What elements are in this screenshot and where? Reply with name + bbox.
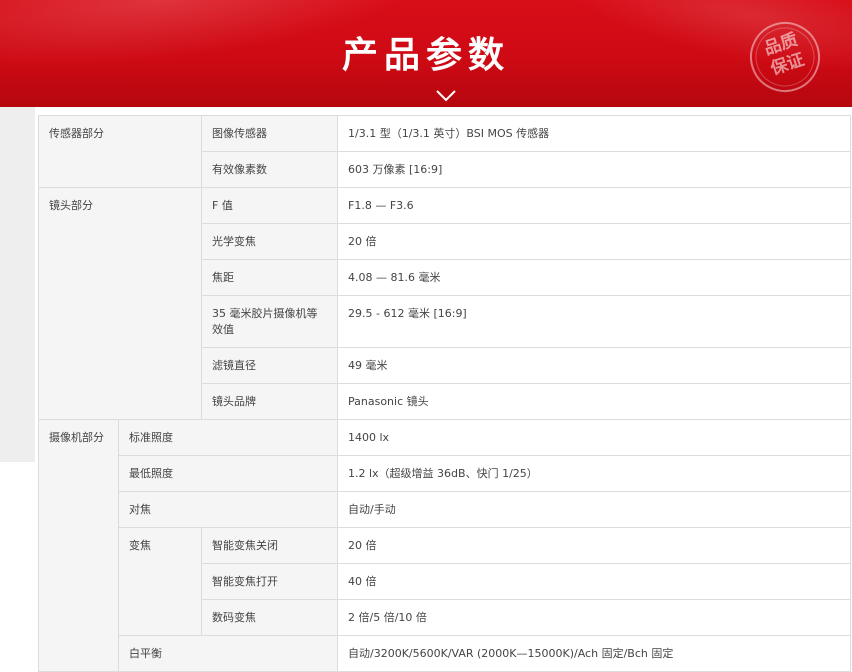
spec-label: 镜头品牌	[201, 383, 338, 420]
spec-label: 最低照度	[118, 455, 338, 492]
table-row: 摄像机部分 标准照度 1400 lx	[38, 419, 851, 672]
spec-label: 智能变焦打开	[201, 563, 338, 600]
spec-label: 对焦	[118, 491, 338, 528]
page-title: 产品参数	[341, 35, 510, 76]
subsection-label-zoom: 变焦	[118, 527, 202, 636]
left-panel	[0, 107, 35, 462]
chevron-down-icon	[436, 90, 456, 102]
spec-value: 自动/3200K/5600K/VAR (2000K—15000K)/Ach 固定…	[337, 635, 851, 672]
spec-value: F1.8 — F3.6	[337, 187, 851, 224]
spec-label: 白平衡	[118, 635, 338, 672]
table-row: 变焦 智能变焦关闭 20 倍	[39, 527, 851, 636]
spec-label: F 值	[201, 187, 338, 224]
table-row: 对焦 自动/手动	[39, 491, 851, 528]
spec-value: 603 万像素 [16:9]	[337, 151, 851, 188]
spec-value: 20 倍	[337, 527, 851, 564]
header-banner: 产品参数 品质 保证	[0, 0, 852, 107]
spec-label: 标准照度	[118, 419, 338, 456]
spec-label: 焦距	[201, 259, 338, 296]
spec-value: 1/3.1 型（1/3.1 英寸）BSI MOS 传感器	[337, 115, 851, 152]
spec-value: 20 倍	[337, 223, 851, 260]
section-label-lens: 镜头部分	[38, 187, 202, 420]
spec-label: 有效像素数	[201, 151, 338, 188]
section-label-sensor: 传感器部分	[38, 115, 202, 188]
spec-label: 智能变焦关闭	[201, 527, 338, 564]
spec-label: 光学变焦	[201, 223, 338, 260]
spec-value: Panasonic 镜头	[337, 383, 851, 420]
spec-label: 数码变焦	[201, 599, 338, 636]
spec-label: 35 毫米胶片摄像机等效值	[201, 295, 338, 348]
spec-value: 29.5 - 612 毫米 [16:9]	[337, 295, 851, 348]
spec-value: 2 倍/5 倍/10 倍	[337, 599, 851, 636]
spec-value: 1400 lx	[337, 419, 851, 456]
spec-label: 图像传感器	[201, 115, 338, 152]
spec-value: 49 毫米	[337, 347, 851, 384]
table-row: 最低照度 1.2 lx（超级增益 36dB、快门 1/25）	[39, 455, 851, 492]
spec-value: 4.08 — 81.6 毫米	[337, 259, 851, 296]
spec-value: 自动/手动	[337, 491, 851, 528]
table-row: 镜头部分 F 值 F1.8 — F3.6	[38, 187, 851, 420]
spec-value: 1.2 lx（超级增益 36dB、快门 1/25）	[337, 455, 851, 492]
table-row: 传感器部分 图像传感器 1/3.1 型（1/3.1 英寸）BSI MOS 传感器	[38, 115, 851, 188]
spec-table: 传感器部分 图像传感器 1/3.1 型（1/3.1 英寸）BSI MOS 传感器…	[38, 115, 851, 672]
spec-value: 40 倍	[337, 563, 851, 600]
section-label-camera: 摄像机部分	[38, 419, 119, 672]
spec-label: 滤镜直径	[201, 347, 338, 384]
table-row: 白平衡 自动/3200K/5600K/VAR (2000K—15000K)/Ac…	[39, 635, 851, 672]
